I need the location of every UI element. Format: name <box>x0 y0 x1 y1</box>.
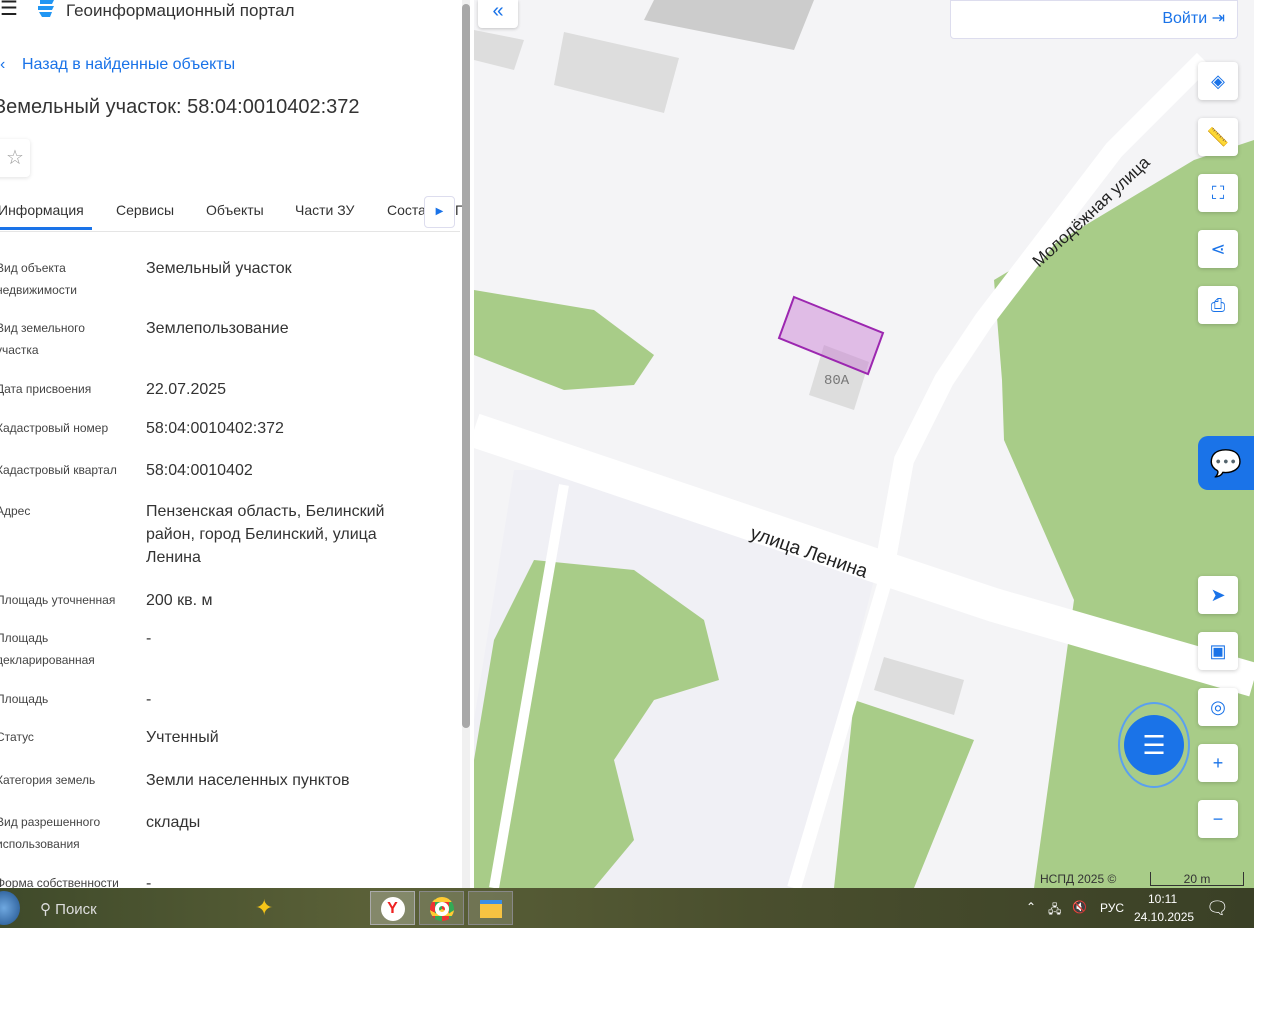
tab-info[interactable]: Информация <box>0 202 92 230</box>
scrollbar-thumb[interactable] <box>462 4 470 728</box>
field-value: Земельный участок <box>146 260 292 277</box>
geolocation-button[interactable]: ➤ <box>1198 576 1238 614</box>
chat-button[interactable]: ☰ <box>1124 715 1184 775</box>
back-link-label: Назад в найденные объекты <box>22 56 236 73</box>
minimap-icon: ▣ <box>1209 641 1227 661</box>
field-value: Земли населенных пунктов <box>146 772 350 789</box>
hamburger-icon[interactable]: ☰ <box>0 0 18 19</box>
yandex-browser-icon[interactable]: Y <box>370 891 415 925</box>
collapse-panel-button[interactable]: « <box>478 0 518 28</box>
select-area-icon: ⛶ <box>1211 183 1225 203</box>
ruler-icon: 📏 <box>1206 127 1230 147</box>
clock-time[interactable]: 10:11 <box>1148 892 1177 906</box>
taskbar-search[interactable]: ⚲ Поиск <box>40 900 97 918</box>
navigation-arrow-icon: ➤ <box>1210 585 1226 605</box>
edge-icon[interactable] <box>328 891 358 925</box>
field-label: Дата присвоения <box>0 382 92 396</box>
layers-icon: ◈ <box>1211 71 1225 91</box>
volume-muted-icon[interactable]: 🔇 <box>1072 900 1087 914</box>
start-button[interactable] <box>0 891 20 925</box>
tab-services[interactable]: Сервисы <box>116 202 174 218</box>
network-icon[interactable]: 🖧 <box>1048 900 1061 921</box>
print-button[interactable]: ⎙ <box>1198 286 1238 324</box>
info-panel: ☰ Геоинформационный портал ‹ Назад в найд… <box>0 0 474 888</box>
clock-date[interactable]: 24.10.2025 <box>1134 910 1194 924</box>
layers-button[interactable]: ◈ <box>1198 62 1238 100</box>
field-label: Кадастровый номер <box>0 421 109 435</box>
field-label: Статус <box>0 730 34 744</box>
favorite-button[interactable]: ☆ <box>0 139 30 177</box>
measure-button[interactable]: 📏 <box>1198 118 1238 156</box>
search-icon: ⚲ <box>40 901 56 918</box>
field-value: Пензенская область, Белинский район, гор… <box>146 503 385 566</box>
share-button[interactable]: ⋖ <box>1198 230 1238 268</box>
back-link[interactable]: ‹ Назад в найденные объекты <box>0 56 235 74</box>
field-label: Площадь декларированная <box>0 631 95 667</box>
field-label: Категория земель <box>0 773 96 787</box>
field-value: 22.07.2025 <box>146 381 227 398</box>
tabs-scroll-right-button[interactable]: ▶ <box>424 196 455 228</box>
house-number: 80А <box>824 373 850 389</box>
field-value: - <box>146 875 152 888</box>
field-value: - <box>146 691 152 708</box>
minus-icon: − <box>1212 809 1224 829</box>
field-value: 58:04:0010402:372 <box>146 420 284 437</box>
field-value: 200 кв. м <box>146 592 213 609</box>
star-icon: ☆ <box>6 147 24 169</box>
field-value: - <box>146 630 152 647</box>
login-icon: ⇥ <box>1211 10 1225 27</box>
field-label: Вид земельного участка <box>0 321 85 357</box>
field-label: Форма собственности <box>0 876 119 888</box>
select-area-button[interactable]: ⛶ <box>1198 174 1238 212</box>
field-label: Кадастровый квартал <box>0 463 117 477</box>
chrome-icon[interactable] <box>419 891 464 925</box>
plus-icon: + <box>1212 753 1224 773</box>
chevron-left-icon: ‹ <box>0 56 6 73</box>
double-chevron-left-icon: « <box>492 0 504 22</box>
map-attribution: НСПД 2025 © <box>1040 872 1117 886</box>
search-location-button[interactable]: ◎ <box>1198 688 1238 726</box>
page-title: Земельный участок: 58:04:0010402:372 <box>0 96 360 118</box>
search-label: Поиск <box>55 901 97 918</box>
file-explorer-icon[interactable] <box>468 891 513 925</box>
language-indicator[interactable]: РУС <box>1100 901 1124 915</box>
map-scale: 20 m <box>1150 872 1244 886</box>
portal-logo <box>38 0 54 17</box>
app-title: Геоинформационный портал <box>66 1 295 20</box>
login-button[interactable]: Войти ⇥ <box>950 0 1238 39</box>
login-label: Войти <box>1162 10 1208 27</box>
tray-expand-icon[interactable]: ⌃ <box>1026 900 1036 914</box>
zoom-in-button[interactable]: + <box>1198 744 1238 782</box>
zoom-out-button[interactable]: − <box>1198 800 1238 838</box>
tab-parts[interactable]: Части ЗУ <box>295 202 354 218</box>
minimap-button[interactable]: ▣ <box>1198 632 1238 670</box>
tab-objects[interactable]: Объекты <box>206 202 264 218</box>
field-value: склады <box>146 814 201 831</box>
notifications-icon[interactable]: 🗨 <box>1206 898 1229 919</box>
field-label: Вид объекта недвижимости <box>0 261 77 297</box>
printer-icon: ⎙ <box>1210 295 1226 315</box>
side-widget-button[interactable]: 💬 <box>1198 436 1254 490</box>
field-label: Площадь уточненная <box>0 593 116 607</box>
field-label: Адрес <box>0 504 31 518</box>
share-icon: ⋖ <box>1210 239 1226 259</box>
copilot-icon[interactable]: ✦ <box>255 891 295 925</box>
chat-icon: ☰ <box>1142 730 1166 760</box>
field-value: 58:04:0010402 <box>146 462 253 479</box>
field-label: Вид разрешенного использования <box>0 815 101 851</box>
field-value: Землепользование <box>146 320 289 337</box>
field-value: Учтенный <box>146 729 219 746</box>
taskbar: ⚲ Поиск ✦ Y ⌃ 🖧 🔇 РУС 10:11 24.10.2025 🗨 <box>0 888 1254 928</box>
field-label: Площадь <box>0 692 49 706</box>
tabs: Информация Сервисы Объекты Части ЗУ Сост… <box>0 190 463 232</box>
location-search-icon: ◎ <box>1210 697 1226 717</box>
tab-composition[interactable]: Соста <box>387 202 426 218</box>
chat-bubble-icon: 💬 <box>1209 448 1243 478</box>
